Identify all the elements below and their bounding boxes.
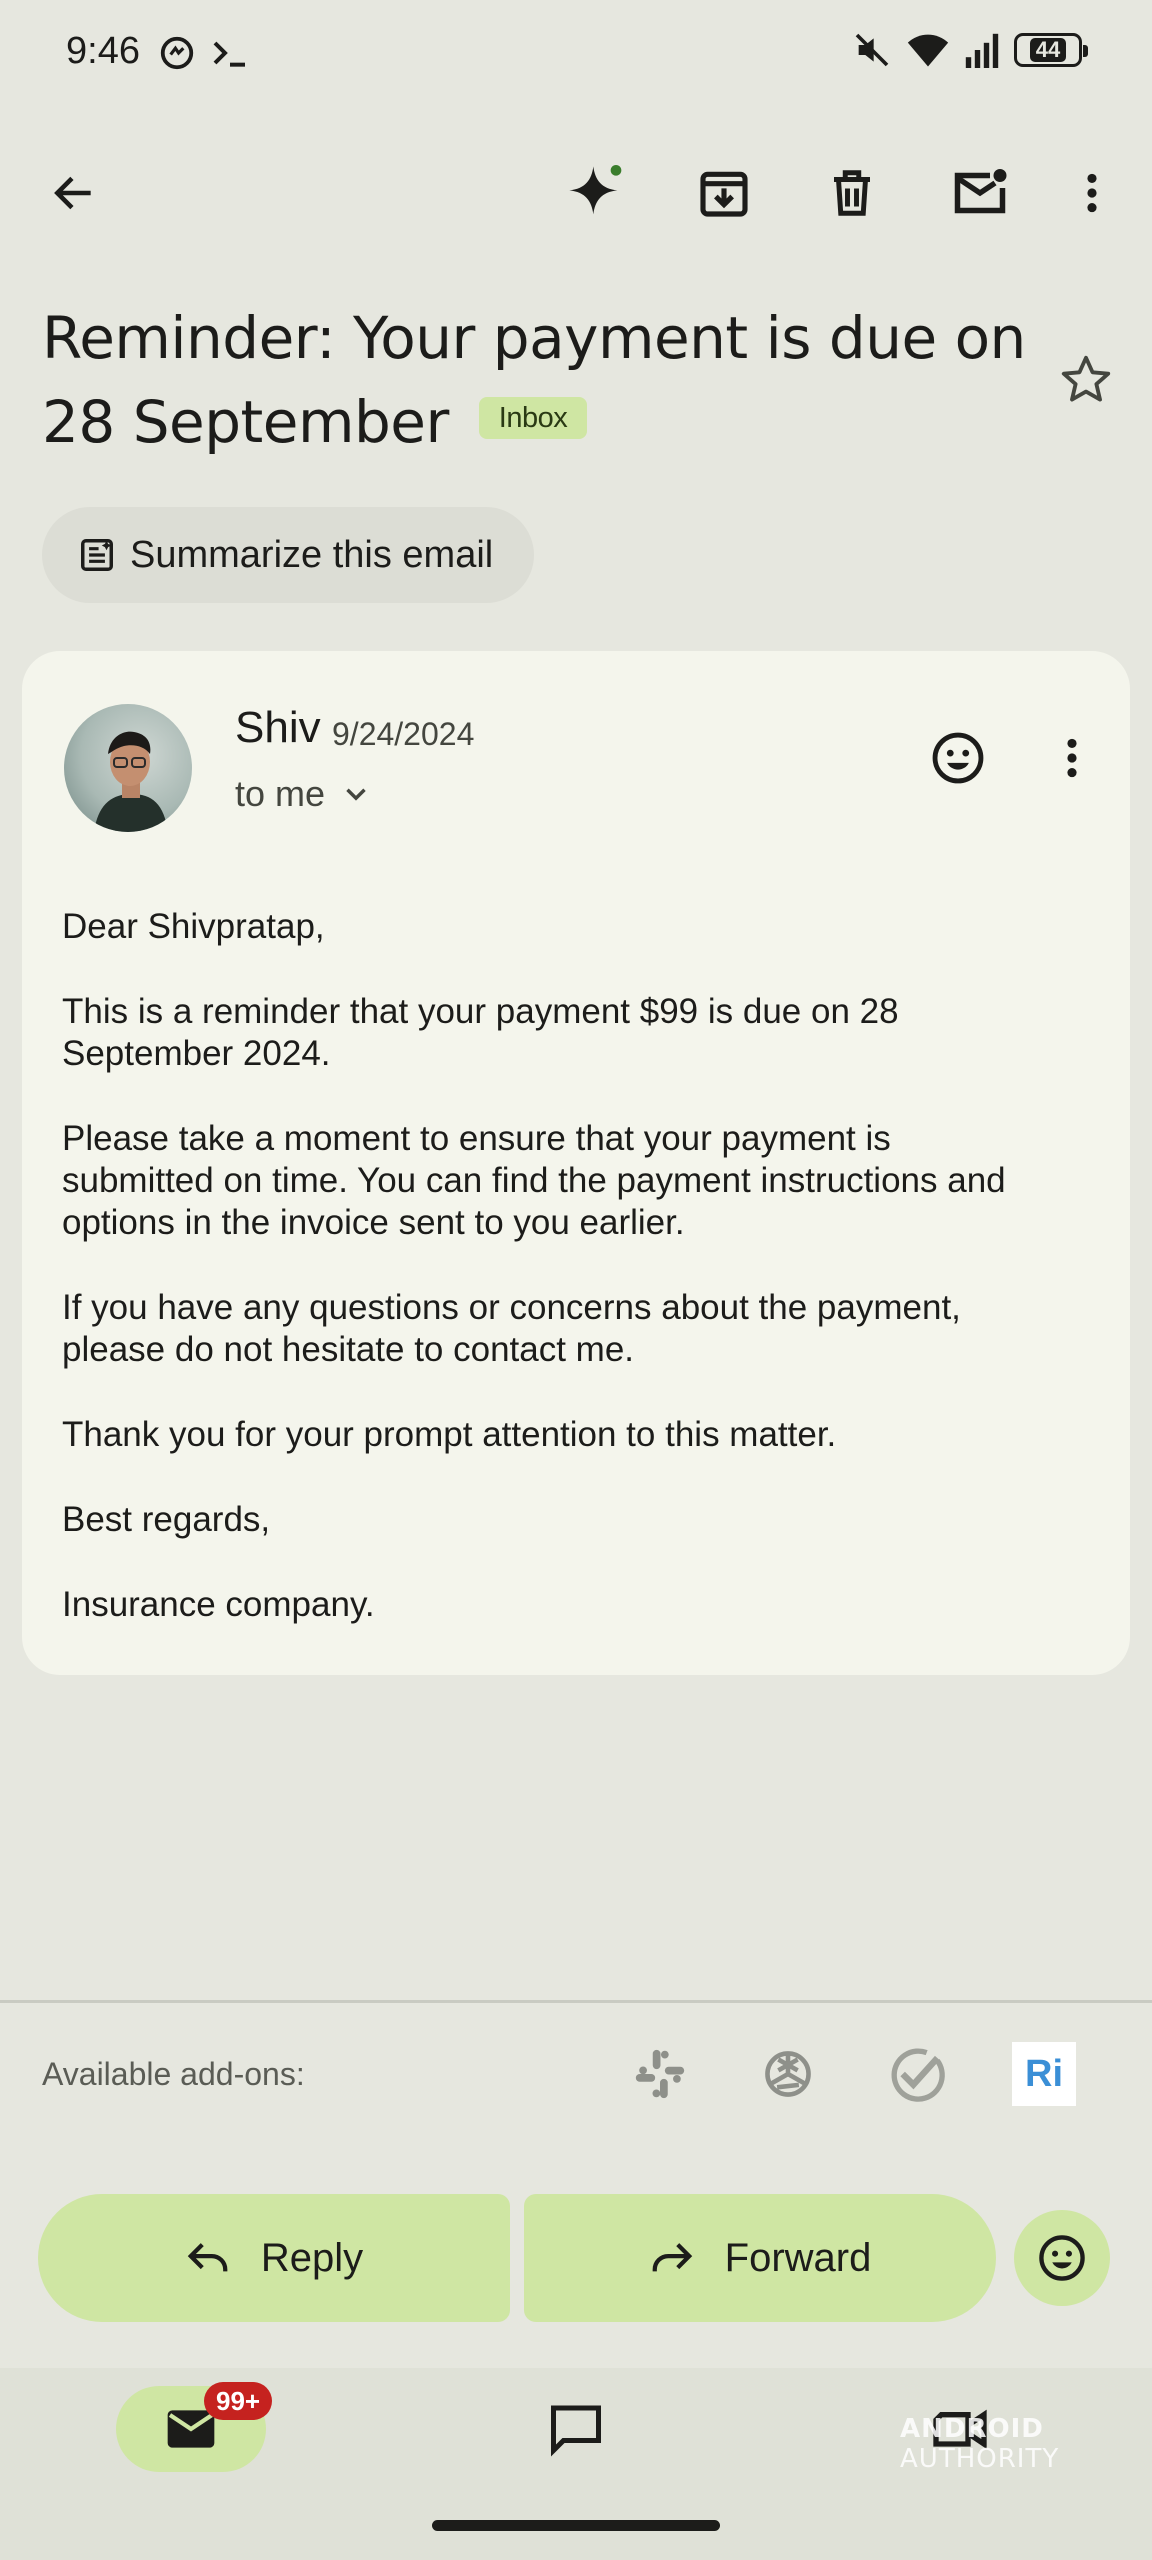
addons-label: Available add-ons: xyxy=(42,2056,305,2092)
data-saver-icon xyxy=(158,34,196,72)
home-indicator[interactable] xyxy=(432,2520,720,2531)
body-paragraph: Thank you for your prompt attention to t… xyxy=(62,1415,837,1454)
forward-button[interactable]: Forward xyxy=(524,2194,996,2322)
emoji-icon xyxy=(932,732,984,784)
check-icon xyxy=(891,2048,945,2102)
body-paragraph: Please take a moment to ensure that your… xyxy=(62,1119,1006,1242)
back-button[interactable] xyxy=(34,153,114,233)
react-emoji-button[interactable] xyxy=(918,718,998,798)
status-icons-left xyxy=(158,34,250,72)
terminal-icon xyxy=(210,35,250,71)
watermark-suffix: AUTHORITY xyxy=(900,2444,1060,2474)
status-time: 9:46 xyxy=(66,30,140,72)
chevron-down-icon xyxy=(346,788,366,801)
gemini-button[interactable] xyxy=(556,153,636,233)
forward-icon xyxy=(652,2243,692,2272)
message-more-button[interactable] xyxy=(1032,718,1112,798)
email-subject: Reminder: Your payment is due on 28 Sept… xyxy=(42,296,1032,464)
status-icons-right: 44 xyxy=(852,30,1088,70)
avatar[interactable] xyxy=(64,704,192,832)
wifi-icon xyxy=(906,30,950,70)
more-options-button[interactable] xyxy=(1052,153,1132,233)
divider xyxy=(0,2000,1152,2003)
body-paragraph: Dear Shivpratap, xyxy=(62,907,325,946)
openai-icon xyxy=(765,2051,811,2097)
star-button[interactable] xyxy=(1046,340,1126,420)
star-icon xyxy=(1061,355,1111,402)
email-date: 9/24/2024 xyxy=(332,716,475,752)
unread-badge: 99+ xyxy=(204,2382,273,2420)
ri-icon: Ri xyxy=(1025,2052,1063,2095)
delete-button[interactable] xyxy=(812,153,892,233)
body-paragraph: If you have any questions or concerns ab… xyxy=(62,1288,961,1369)
reply-icon xyxy=(187,2243,228,2272)
chat-icon xyxy=(551,2405,601,2457)
summarize-icon xyxy=(81,539,113,571)
battery-level: 44 xyxy=(1029,38,1067,62)
gemini-sparkle-icon xyxy=(569,165,622,215)
reply-button[interactable]: Reply xyxy=(38,2194,510,2322)
forward-label: Forward xyxy=(724,2235,872,2280)
more-vert-icon xyxy=(1087,173,1097,213)
addon-slack[interactable] xyxy=(628,2042,692,2106)
back-arrow-icon xyxy=(54,176,91,210)
recipient-toggle[interactable]: to me xyxy=(235,773,373,815)
more-vert-icon xyxy=(1067,738,1077,778)
battery-icon: 44 xyxy=(1014,33,1088,67)
mark-unread-button[interactable] xyxy=(940,153,1020,233)
addon-check[interactable] xyxy=(884,2042,948,2106)
watermark-brand: ANDROID xyxy=(900,2414,1044,2444)
emoji-icon xyxy=(1039,2235,1085,2281)
body-paragraph: This is a reminder that your payment $99… xyxy=(62,992,899,1073)
archive-icon xyxy=(700,171,748,217)
addon-openai[interactable] xyxy=(756,2042,820,2106)
summarize-label: Summarize this email xyxy=(130,533,494,576)
email-body: Dear Shivpratap, This is a reminder that… xyxy=(62,906,1082,1669)
body-paragraph: Insurance company. xyxy=(62,1585,375,1624)
signal-icon xyxy=(964,30,1000,70)
archive-button[interactable] xyxy=(684,153,764,233)
body-paragraph: Best regards, xyxy=(62,1500,271,1539)
recipient-label: to me xyxy=(235,773,326,814)
reply-label: Reply xyxy=(260,2235,364,2280)
mark-unread-icon xyxy=(954,169,1007,214)
addon-ri[interactable]: Ri xyxy=(1012,2042,1076,2106)
summarize-button[interactable]: Summarize this email xyxy=(42,507,534,603)
slack-icon xyxy=(635,2049,685,2099)
sender-name[interactable]: Shiv xyxy=(235,703,321,753)
watermark: ANDROID AUTHORITY xyxy=(900,2414,1152,2474)
mute-icon xyxy=(852,30,892,70)
inbox-label-chip[interactable]: Inbox xyxy=(478,396,588,439)
nav-chat[interactable] xyxy=(536,2388,616,2468)
emoji-reaction-button[interactable] xyxy=(1014,2210,1110,2306)
delete-icon xyxy=(834,170,870,216)
